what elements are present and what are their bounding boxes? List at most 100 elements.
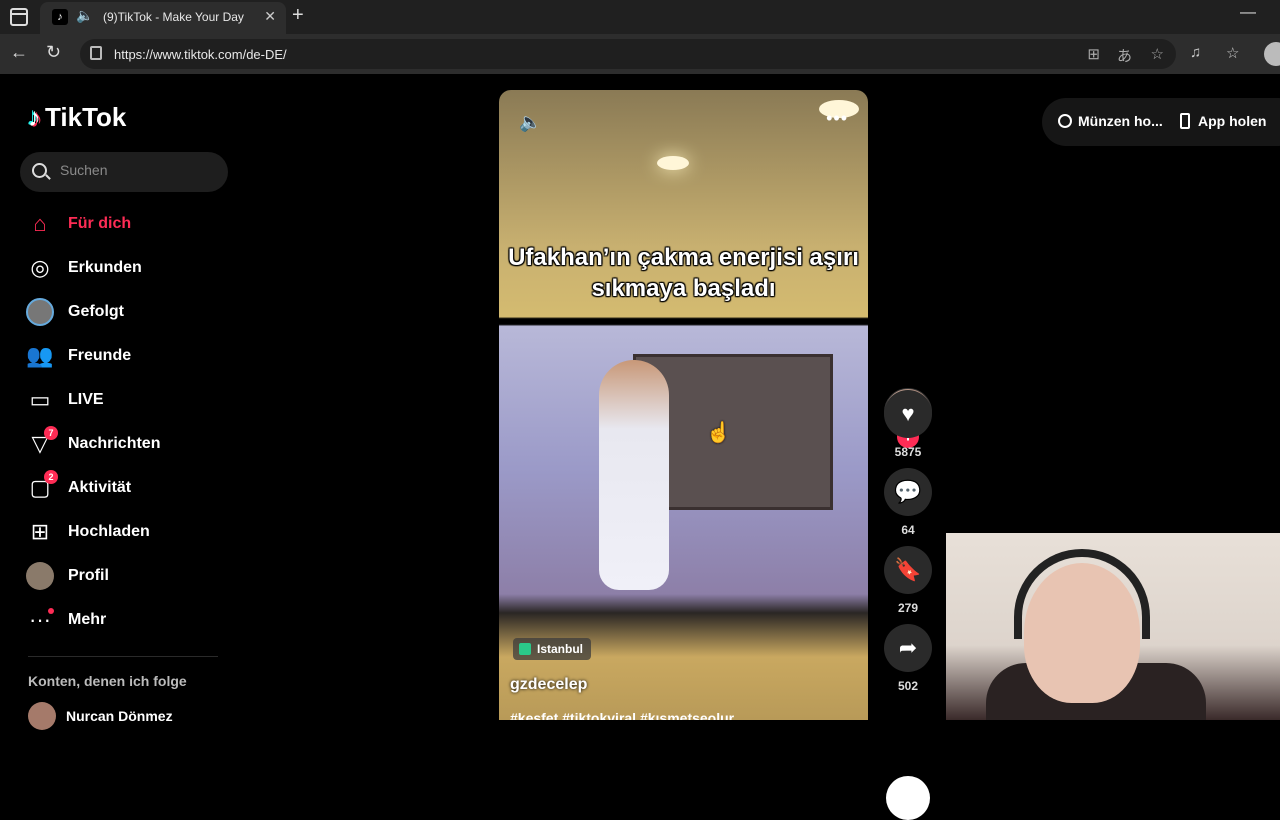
webcam-overlay (946, 533, 1280, 720)
following-account-item[interactable]: Nurcan Dönmez (28, 702, 173, 730)
heart-icon: ♥ (901, 401, 915, 426)
sidebar-item-label: Erkunden (68, 259, 142, 276)
top-right-actions: Münzen ho... App holen (1042, 98, 1280, 146)
app-available-icon[interactable]: ⊞ (1087, 45, 1100, 63)
compass-icon: ◎ (30, 255, 50, 280)
sidebar-item-live[interactable]: ▭ LIVE (24, 382, 104, 418)
save-button[interactable]: 🔖 (884, 546, 932, 594)
sidebar-item-aktivitaet[interactable]: ▢ 2 Aktivität (24, 470, 131, 506)
location-label: Istanbul (537, 642, 584, 656)
tiktok-note-icon: ♪ (28, 102, 41, 132)
music-disc-button[interactable] (886, 776, 930, 820)
sidebar-item-freunde[interactable]: 👥 Freunde (24, 338, 131, 374)
bookmark-icon: 🔖 (894, 557, 922, 582)
coin-icon (1058, 114, 1072, 128)
more-icon: ··· (24, 604, 56, 636)
browser-tab[interactable]: ♪ 🔈 (9)TikTok - Make Your Day ✕ (40, 2, 286, 34)
favorites-icon[interactable]: ☆ (1226, 44, 1239, 62)
share-count: 502 (897, 679, 919, 693)
sidebar-divider (28, 656, 218, 657)
sidebar-item-label: Gefolgt (68, 303, 124, 320)
video-scene (657, 156, 689, 170)
messages-icon: ▽ 7 (24, 426, 58, 460)
url-text[interactable]: https://www.tiktok.com/de-DE/ (114, 47, 287, 62)
get-app-label: App holen (1198, 113, 1267, 129)
sidebar-item-label: Freunde (68, 347, 132, 364)
sidebar-item-erkunden[interactable]: ◎ Erkunden (24, 250, 142, 286)
like-count: 5875 (894, 445, 922, 459)
like-button[interactable]: ♥ (884, 390, 932, 438)
minimize-window-icon[interactable]: — (1240, 4, 1256, 22)
address-bar[interactable]: https://www.tiktok.com/de-DE/ ⊞ あ ☆ (80, 39, 1176, 69)
video-more-icon[interactable]: ••• (826, 108, 848, 129)
avatar-icon (24, 296, 56, 328)
get-coins-label: Münzen ho... (1078, 113, 1163, 129)
upload-icon: ⊞ (30, 519, 50, 544)
get-coins-button[interactable]: Münzen ho... (1058, 113, 1163, 129)
favorite-star-icon[interactable]: ☆ (1151, 45, 1164, 63)
notification-dot (48, 608, 54, 614)
sidebar-item-label: Mehr (68, 611, 107, 628)
live-icon: ▭ (29, 387, 51, 412)
avatar (28, 702, 56, 730)
tab-actions-icon[interactable] (10, 8, 28, 26)
sidebar-item-nachrichten[interactable]: ▽ 7 Nachrichten (24, 426, 160, 462)
sidebar-item-gefolgt[interactable]: Gefolgt (24, 294, 124, 330)
following-section-title: Konten, denen ich folge (28, 673, 187, 689)
logo-text: TikTok (45, 102, 127, 132)
sidebar-item-mehr[interactable]: ··· Mehr (24, 602, 106, 638)
sidebar-item-label: LIVE (68, 391, 104, 408)
audio-playing-icon[interactable]: 🔈 (76, 7, 93, 24)
comment-button[interactable]: 💬 (884, 468, 932, 516)
save-count: 279 (897, 601, 919, 615)
activity-badge: 2 (44, 470, 58, 484)
sidebar-item-label: Profil (68, 567, 109, 584)
sidebar-item-label: Nachrichten (68, 435, 161, 452)
tiktok-favicon-icon: ♪ (52, 9, 68, 25)
translate-icon[interactable]: あ (1117, 45, 1132, 66)
video-player[interactable]: Ufakhan’ın çakma enerjisi aşırı sıkmaya … (499, 90, 868, 720)
browser-tabbar: ♪ 🔈 (9)TikTok - Make Your Day ✕ + — (0, 0, 1280, 34)
browser-profile-avatar[interactable] (1264, 42, 1280, 66)
sidebar-item-label: Hochladen (68, 523, 150, 540)
tiktok-page: ♪ TikTok ⌂ Für dich ◎ Erkunden Gefolgt 👥… (0, 74, 1280, 820)
search-icon (32, 163, 47, 178)
profile-icon (24, 560, 56, 592)
phone-icon (1180, 113, 1190, 129)
media-control-icon[interactable]: ♫ (1190, 44, 1201, 61)
messages-badge: 7 (44, 426, 58, 440)
video-scene (599, 360, 669, 590)
lock-icon (90, 46, 102, 60)
tab-title: (9)TikTok - Make Your Day (103, 10, 244, 24)
search-input[interactable] (60, 162, 220, 178)
browser-navbar: ← ↻ https://www.tiktok.com/de-DE/ ⊞ あ ☆ … (0, 34, 1280, 74)
new-tab-icon[interactable]: + (292, 4, 304, 27)
tiktok-logo[interactable]: ♪ TikTok (28, 102, 126, 133)
video-caption-overlay: Ufakhan’ın çakma enerjisi aşırı sıkmaya … (508, 244, 859, 302)
sidebar-item-fuer-dich[interactable]: ⌂ Für dich (24, 206, 131, 242)
home-icon: ⌂ (33, 211, 47, 236)
activity-icon: ▢ 2 (24, 470, 58, 504)
share-icon: ➦ (898, 635, 918, 660)
location-icon (519, 643, 531, 655)
mouse-cursor-icon: ☝ (706, 422, 731, 444)
sidebar-item-label: Aktivität (68, 479, 132, 496)
back-icon[interactable]: ← (10, 42, 28, 63)
get-app-button[interactable]: App holen (1180, 113, 1266, 129)
comment-count: 64 (901, 523, 915, 537)
reload-icon[interactable]: ↻ (46, 42, 61, 63)
headset-icon (1014, 549, 1150, 639)
video-hashtags[interactable]: #keşfet #tiktokviral #kısmetseolur (510, 710, 734, 720)
sidebar-item-profil[interactable]: Profil (24, 558, 109, 594)
search-box[interactable] (20, 152, 228, 192)
comment-icon: 💬 (894, 479, 922, 504)
location-tag[interactable]: Istanbul (513, 638, 592, 660)
close-tab-icon[interactable]: ✕ (264, 8, 276, 25)
volume-icon[interactable]: 🔈 (519, 112, 541, 133)
friends-icon: 👥 (26, 343, 54, 368)
following-account-name: Nurcan Dönmez (66, 708, 173, 724)
sidebar-item-hochladen[interactable]: ⊞ Hochladen (24, 514, 150, 550)
sidebar-item-label: Für dich (68, 215, 132, 232)
share-button[interactable]: ➦ (884, 624, 932, 672)
video-author[interactable]: gzdecelep (510, 676, 587, 694)
